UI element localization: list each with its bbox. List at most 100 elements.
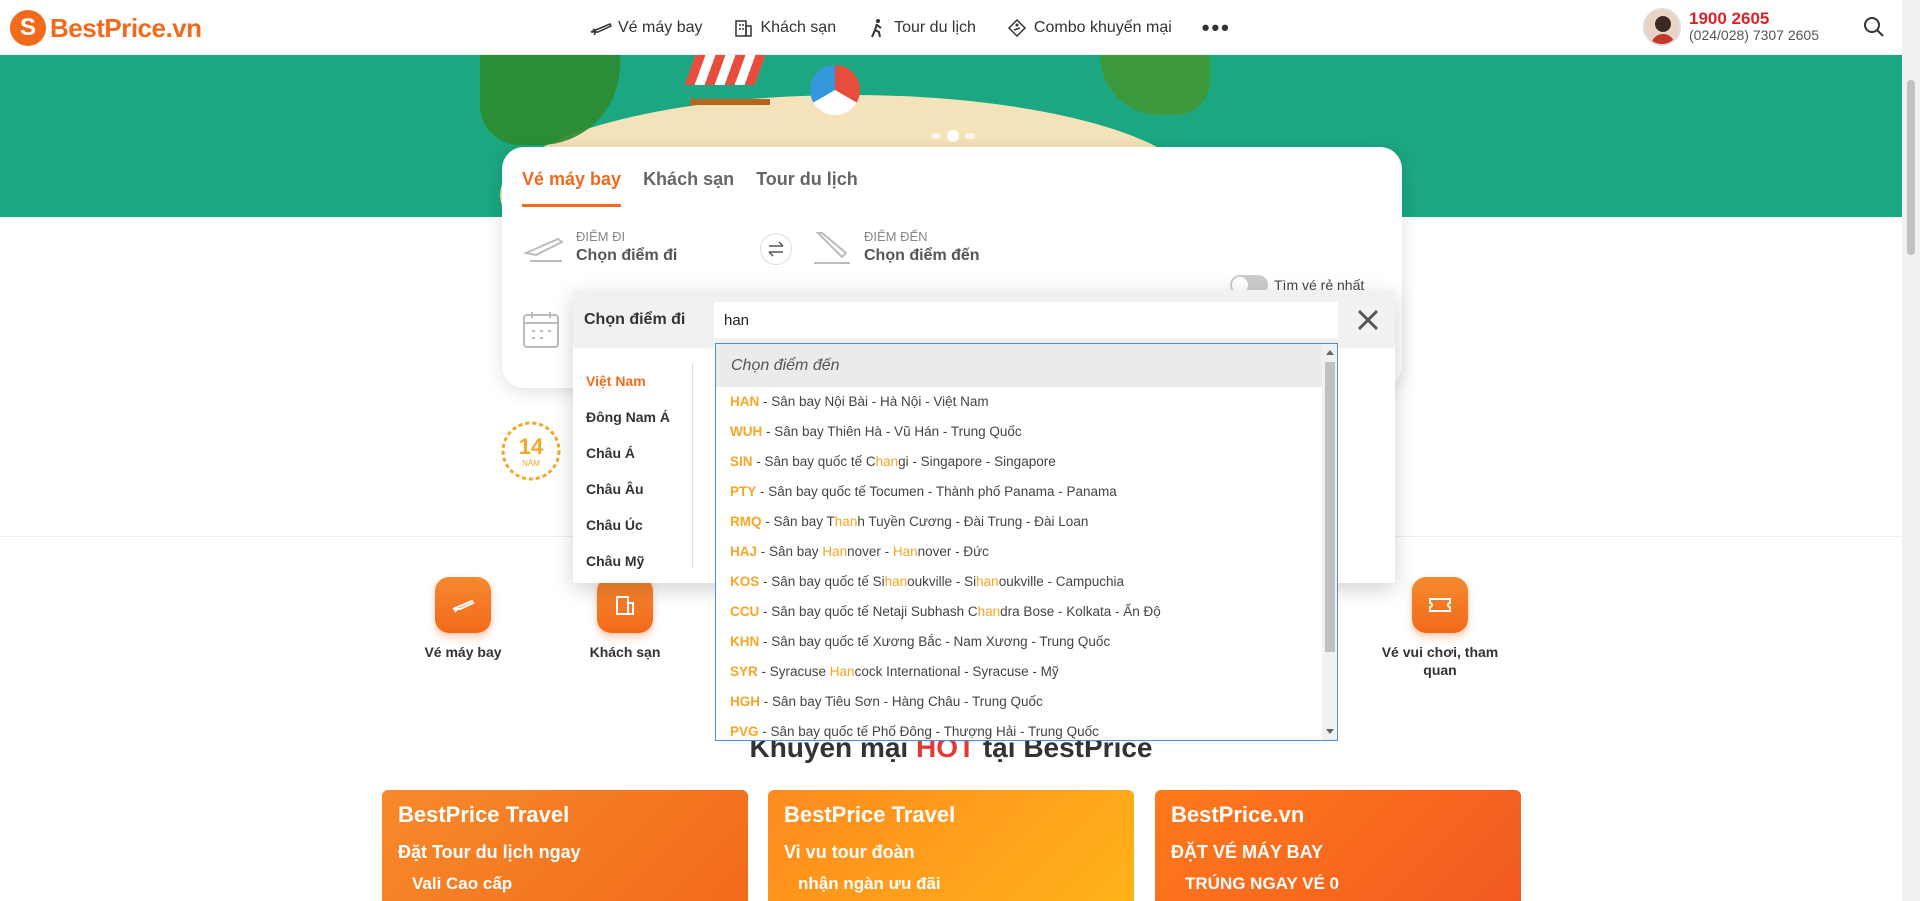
banner-line: nhận ngàn ưu đãi: [798, 874, 941, 893]
tab-hotels[interactable]: Khách sạn: [643, 169, 734, 207]
destination-field[interactable]: Điểm đến Chọn điểm đến: [810, 229, 980, 265]
carousel-dot[interactable]: [931, 133, 941, 139]
more-menu-icon[interactable]: •••: [1202, 15, 1231, 41]
beach-ball-icon: [810, 65, 860, 115]
promo-banner[interactable]: BestPrice.vn ĐẶT VÉ MÁY BAY TRÚNG NGAY V…: [1155, 790, 1521, 901]
nav-flights[interactable]: Vé máy bay: [590, 18, 702, 38]
region-asia[interactable]: Châu Á: [573, 435, 692, 471]
airport-search-input[interactable]: [714, 302, 1338, 338]
airport-code: WUH: [730, 424, 763, 439]
region-list: Việt Nam Đông Nam Á Châu Á Châu Âu Châu …: [573, 363, 693, 569]
airport-text: - Syracuse: [757, 664, 830, 679]
page-scroll-thumb[interactable]: [1907, 80, 1915, 255]
airport-text: - Sân bay quốc tế Si: [759, 574, 885, 589]
banner-line: TRÚNG NGAY VÉ 0: [1185, 874, 1339, 893]
hotel-icon: [597, 577, 653, 633]
destination-value: Chọn điểm đến: [864, 247, 980, 264]
airport-code: RMQ: [730, 514, 762, 529]
banner-line: Vi vu tour đoàn: [784, 842, 915, 862]
carousel-dot-active[interactable]: [947, 130, 959, 142]
hotline[interactable]: 1900 2605 (024/028) 7307 2605: [1643, 8, 1819, 46]
page-scrollbar[interactable]: [1902, 0, 1920, 901]
airport-code: HAN: [730, 394, 760, 409]
destination-label: Điểm đến: [864, 229, 928, 244]
region-vietnam[interactable]: Việt Nam: [573, 363, 692, 399]
airport-text: - Sân bay Nội Bài - Hà Nội - Việt Nam: [759, 394, 989, 409]
scroll-thumb[interactable]: [1325, 362, 1335, 652]
service-label: Vé vui chơi, tham quan: [1381, 644, 1499, 678]
airport-code: SIN: [730, 454, 753, 469]
banner-line: Vali Cao cấp: [412, 874, 513, 893]
airport-code: KOS: [730, 574, 760, 589]
airport-result-item[interactable]: SIN - Sân bay quốc tế Changi - Singapore…: [716, 447, 1337, 477]
airport-text: nover -: [847, 544, 893, 559]
promo-banner[interactable]: BestPrice Travel Đặt Tour du lịch ngay V…: [382, 790, 748, 901]
nav-label: Vé máy bay: [618, 18, 703, 36]
service-tickets[interactable]: Vé vui chơi, tham quan: [1380, 577, 1500, 679]
airport-result-item[interactable]: CCU - Sân bay quốc tế Netaji Subhash Cha…: [716, 597, 1337, 627]
nav-tours[interactable]: Tour du lịch: [866, 18, 976, 38]
airport-text: oukville - Si: [907, 574, 977, 589]
airport-result-item[interactable]: HAN - Sân bay Nội Bài - Hà Nội - Việt Na…: [716, 387, 1337, 417]
close-icon[interactable]: [1348, 300, 1388, 340]
results-list: HAN - Sân bay Nội Bài - Hà Nội - Việt Na…: [716, 387, 1337, 740]
nav-label: Combo khuyến mại: [1033, 18, 1172, 36]
hotel-icon: [732, 18, 754, 38]
takeoff-icon: [522, 237, 564, 262]
service-hotels[interactable]: Khách sạn: [565, 577, 685, 661]
results-scrollbar[interactable]: [1322, 344, 1337, 740]
plane-icon: [435, 577, 491, 633]
airport-result-item[interactable]: PTY - Sân bay quốc tế Tocumen - Thành ph…: [716, 477, 1337, 507]
tab-flights[interactable]: Vé máy bay: [522, 169, 622, 207]
scroll-down-icon[interactable]: [1326, 729, 1334, 734]
banner-line: ĐẶT VÉ MÁY BAY: [1171, 842, 1324, 862]
airport-result-item[interactable]: WUH - Sân bay Thiên Hà - Vũ Hán - Trung …: [716, 417, 1337, 447]
airport-text: oukville - Campuchia: [998, 574, 1124, 589]
airport-text: h Tuyền Cương - Đài Trung - Đài Loan: [857, 514, 1089, 529]
plane-icon: [590, 18, 612, 38]
scroll-up-icon[interactable]: [1326, 350, 1334, 355]
airport-text: - Sân bay T: [761, 514, 835, 529]
match-highlight: han: [977, 604, 1001, 619]
airport-code: PTY: [730, 484, 757, 499]
match-highlight: han: [976, 574, 999, 589]
palm-leaf-icon: [1100, 55, 1210, 115]
airport-result-item[interactable]: PVG - Sân bay quốc tế Phố Đông - Thượng …: [716, 717, 1337, 740]
nav-combo[interactable]: Combo khuyến mại: [1006, 18, 1172, 38]
airport-result-item[interactable]: HAJ - Sân bay Hannover - Hannover - Đức: [716, 537, 1337, 567]
region-australia[interactable]: Châu Úc: [573, 507, 692, 543]
picker-title: Chọn điểm đi: [584, 311, 686, 328]
banner-brand: BestPrice.vn: [1171, 802, 1305, 827]
region-europe[interactable]: Châu Âu: [573, 471, 692, 507]
carousel-dots: [928, 130, 978, 142]
carousel-dot[interactable]: [965, 133, 975, 139]
match-highlight: han: [875, 454, 899, 469]
nav-hotels[interactable]: Khách sạn: [732, 18, 836, 38]
region-southeast-asia[interactable]: Đông Nam Á: [573, 399, 692, 435]
hiker-icon: [866, 18, 888, 38]
airport-result-item[interactable]: KHN - Sân bay quốc tế Xương Bắc - Nam Xư…: [716, 627, 1337, 657]
airport-results: Chọn điểm đến HAN - Sân bay Nội Bài - Hà…: [715, 343, 1338, 741]
brand-logo[interactable]: S BestPrice.vn: [10, 10, 202, 46]
service-label: Vé máy bay: [424, 644, 502, 660]
airport-result-item[interactable]: HGH - Sân bay Tiêu Sơn - Hàng Châu - Tru…: [716, 687, 1337, 717]
calendar-icon: [523, 312, 559, 348]
airport-result-item[interactable]: SYR - Syracuse Hancock International - S…: [716, 657, 1337, 687]
airport-result-item[interactable]: KOS - Sân bay quốc tế Si hanoukville - Si…: [716, 567, 1337, 597]
service-flights[interactable]: Vé máy bay: [403, 577, 523, 661]
airport-result-item[interactable]: RMQ - Sân bay Thanh Tuyền Cương - Đài Tr…: [716, 507, 1337, 537]
site-header: S BestPrice.vn Vé máy bay Khách sạn Tour…: [0, 0, 1902, 55]
tab-tours[interactable]: Tour du lịch: [756, 169, 858, 207]
landing-icon: [814, 232, 850, 264]
hotline-secondary: (024/028) 7307 2605: [1689, 27, 1819, 43]
airport-text: cock International - Syracuse - Mỹ: [854, 664, 1059, 679]
airport-text: - Sân bay: [757, 544, 823, 559]
swap-icon[interactable]: [760, 233, 792, 265]
main-nav: Vé máy bay Khách sạn Tour du lịch Combo …: [590, 0, 1231, 55]
airport-text: gi - Singapore - Singapore: [898, 454, 1056, 469]
search-icon[interactable]: [1863, 16, 1885, 38]
region-america[interactable]: Châu Mỹ: [573, 543, 692, 579]
promo-banner[interactable]: BestPrice Travel Vi vu tour đoàn nhận ng…: [768, 790, 1134, 901]
origin-field[interactable]: Điểm đi Chọn điểm đi: [522, 229, 677, 265]
logo-mark-icon: S: [10, 10, 46, 46]
